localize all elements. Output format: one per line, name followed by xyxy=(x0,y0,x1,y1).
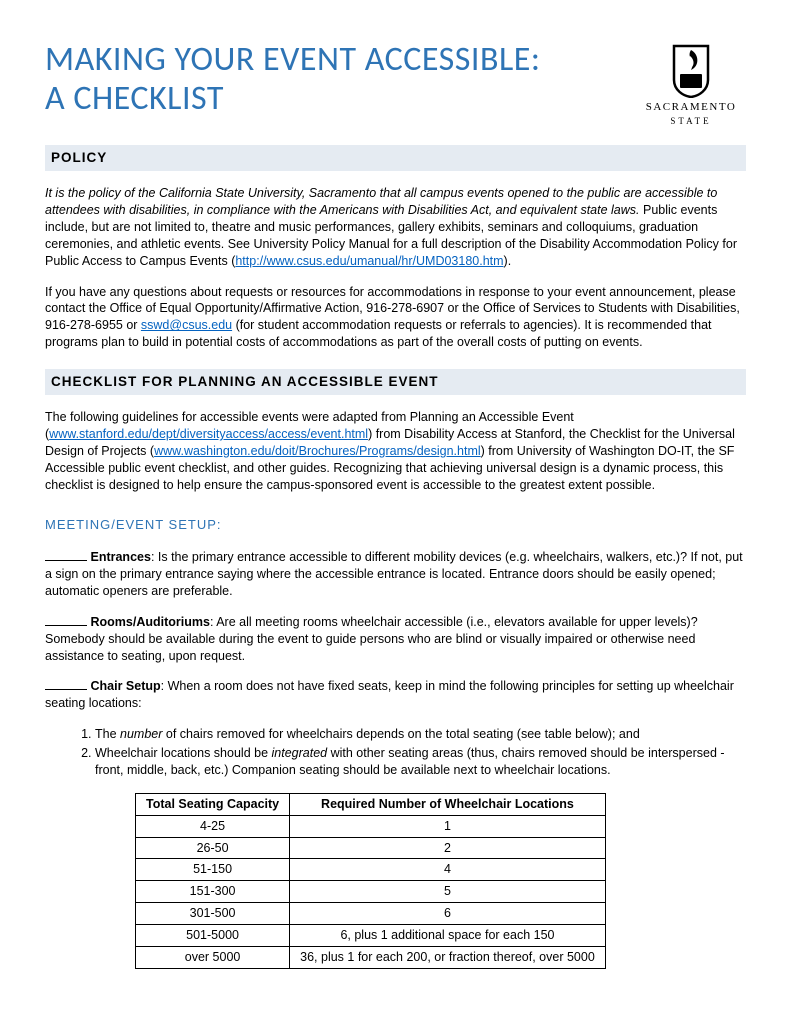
logo-text-sub: STATE xyxy=(636,115,746,127)
checklist-item-entrances: Entrances: Is the primary entrance acces… xyxy=(45,549,746,600)
li1-b: of chairs removed for wheelchairs depend… xyxy=(162,727,639,741)
policy-paragraph-2: If you have any questions about requests… xyxy=(45,284,746,352)
cell-locations: 6 xyxy=(290,903,606,925)
table-row: over 500036, plus 1 for each 200, or fra… xyxy=(136,946,606,968)
blank-line[interactable] xyxy=(45,560,87,561)
checklist-item-rooms: Rooms/Auditoriums: Are all meeting rooms… xyxy=(45,614,746,665)
flame-shield-icon xyxy=(666,40,716,98)
th-locations: Required Number of Wheelchair Locations xyxy=(290,793,606,815)
logo-text-main: SACRAMENTO xyxy=(636,100,746,115)
cell-capacity: 51-150 xyxy=(136,859,290,881)
washington-link[interactable]: www.washington.edu/doit/Brochures/Progra… xyxy=(154,444,481,458)
li2-em: integrated xyxy=(272,746,328,760)
list-item: Wheelchair locations should be integrate… xyxy=(95,745,746,779)
cell-locations: 5 xyxy=(290,881,606,903)
li1-a: The xyxy=(95,727,120,741)
policy-close: ). xyxy=(504,254,512,268)
document-title: MAKING YOUR EVENT ACCESSIBLE: A CHECKLIS… xyxy=(45,40,540,118)
seating-table: Total Seating Capacity Required Number o… xyxy=(135,793,606,969)
sswd-email-link[interactable]: sswd@csus.edu xyxy=(141,318,232,332)
table-header-row: Total Seating Capacity Required Number o… xyxy=(136,793,606,815)
title-line-1: MAKING YOUR EVENT ACCESSIBLE: xyxy=(45,39,540,80)
cell-capacity: 26-50 xyxy=(136,837,290,859)
policy-italic-text: It is the policy of the California State… xyxy=(45,186,717,217)
th-capacity: Total Seating Capacity xyxy=(136,793,290,815)
table-row: 26-502 xyxy=(136,837,606,859)
cell-capacity: 501-5000 xyxy=(136,925,290,947)
cell-locations: 6, plus 1 additional space for each 150 xyxy=(290,925,606,947)
stanford-link[interactable]: www.stanford.edu/dept/diversityaccess/ac… xyxy=(49,427,368,441)
cell-capacity: 301-500 xyxy=(136,903,290,925)
table-row: 301-5006 xyxy=(136,903,606,925)
title-line-2: A CHECKLIST xyxy=(45,78,224,119)
table-row: 4-251 xyxy=(136,815,606,837)
rooms-label: Rooms/Auditoriums xyxy=(90,615,209,629)
cell-capacity: over 5000 xyxy=(136,946,290,968)
policy-manual-link[interactable]: http://www.csus.edu/umanual/hr/UMD03180.… xyxy=(235,254,503,268)
cell-locations: 36, plus 1 for each 200, or fraction the… xyxy=(290,946,606,968)
checklist-item-chair-setup: Chair Setup: When a room does not have f… xyxy=(45,678,746,712)
cell-locations: 2 xyxy=(290,837,606,859)
blank-line[interactable] xyxy=(45,625,87,626)
checklist-intro: The following guidelines for accessible … xyxy=(45,409,746,493)
li2-a: Wheelchair locations should be xyxy=(95,746,272,760)
table-row: 151-3005 xyxy=(136,881,606,903)
setup-subheading: MEETING/EVENT SETUP: xyxy=(45,516,746,534)
table-row: 501-50006, plus 1 additional space for e… xyxy=(136,925,606,947)
chair-label: Chair Setup xyxy=(90,679,160,693)
checklist-heading: CHECKLIST FOR PLANNING AN ACCESSIBLE EVE… xyxy=(45,369,746,395)
blank-line[interactable] xyxy=(45,689,87,690)
document-header: MAKING YOUR EVENT ACCESSIBLE: A CHECKLIS… xyxy=(45,40,746,127)
chair-principles-list: The number of chairs removed for wheelch… xyxy=(95,726,746,779)
cell-locations: 4 xyxy=(290,859,606,881)
cell-capacity: 4-25 xyxy=(136,815,290,837)
cell-capacity: 151-300 xyxy=(136,881,290,903)
university-logo: SACRAMENTO STATE xyxy=(636,40,746,127)
li1-em: number xyxy=(120,727,162,741)
seating-tbody: 4-25126-50251-1504151-3005301-5006501-50… xyxy=(136,815,606,968)
cell-locations: 1 xyxy=(290,815,606,837)
entrances-label: Entrances xyxy=(90,550,150,564)
table-row: 51-1504 xyxy=(136,859,606,881)
policy-paragraph-1: It is the policy of the California State… xyxy=(45,185,746,269)
policy-heading: POLICY xyxy=(45,145,746,171)
list-item: The number of chairs removed for wheelch… xyxy=(95,726,746,743)
